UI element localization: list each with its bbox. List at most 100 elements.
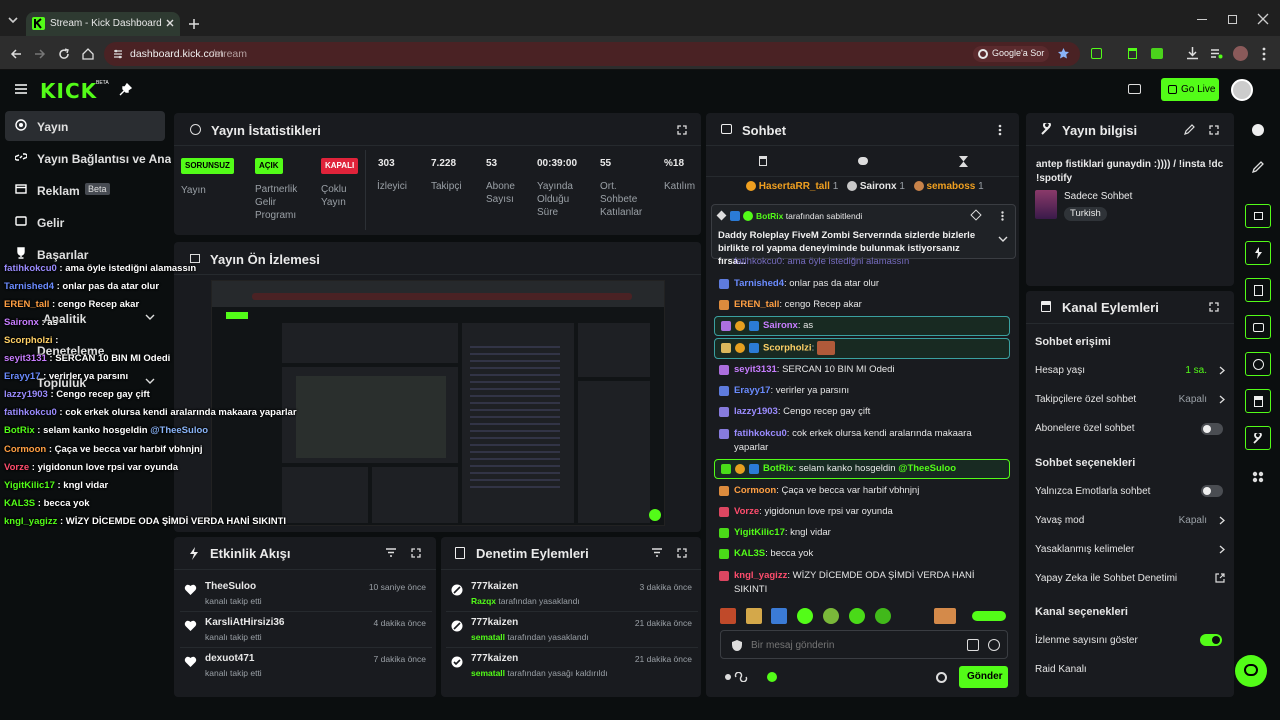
chat-username[interactable]: lazzy1903 [734,406,778,417]
expand-icon[interactable] [677,125,687,135]
info-circle-icon[interactable] [1252,124,1264,136]
chat-username[interactable]: kngl_yagizz [734,570,787,581]
hamburger-menu-icon[interactable] [15,84,27,94]
profile-avatar-icon[interactable] [1233,46,1248,61]
activity-user[interactable]: KarsliAtHirsizi36 [205,617,284,628]
pin-tool-icon[interactable] [119,83,132,96]
new-tab-icon[interactable] [188,18,200,30]
chat-username[interactable]: YigitKilic17 [734,527,785,538]
close-window-icon[interactable] [1257,13,1269,25]
emote-icon[interactable] [797,608,813,624]
chat-bubble-icon[interactable] [858,157,868,165]
expand-icon[interactable] [1209,125,1219,135]
emoji-icon[interactable] [988,639,1000,651]
forward-icon[interactable] [33,47,47,61]
chat-username[interactable]: seyit3131 [734,364,777,375]
trash-ext-icon[interactable] [1128,48,1137,59]
chat-message[interactable]: KAL3S: becca yok [714,547,1010,561]
chat-username[interactable]: KAL3S [734,548,765,559]
chat-username[interactable]: Erayy17 [734,385,770,396]
mod-actor-name[interactable]: sematall [471,632,505,642]
chat-username[interactable]: Scorpholzi [763,343,812,354]
bookmark-star-icon[interactable] [1057,47,1070,60]
site-info-icon[interactable] [112,48,124,60]
gifter-name[interactable]: semaboss [926,181,975,192]
unpin-icon[interactable] [970,209,982,221]
rail-stats-button[interactable] [1245,204,1271,228]
translate-ext-icon[interactable] [1151,48,1163,59]
support-chat-button[interactable] [1235,655,1267,687]
emote-icon[interactable] [849,608,865,624]
chat-message[interactable]: BotRix: selam kanko hosgeldin @TheeSuloo [714,459,1010,479]
edit-rail-icon[interactable] [1252,161,1264,173]
subscribers-only-toggle[interactable] [1201,423,1223,435]
mod-actor-name[interactable]: Razqx [471,596,496,606]
extension-puzzle-icon[interactable] [1091,48,1102,59]
chat-username[interactable]: EREN_tall [734,299,779,310]
chat-username[interactable]: Tarnished4 [734,278,784,289]
more-options-icon[interactable] [998,124,1002,136]
add-widget-icon[interactable] [1252,471,1264,483]
filter-icon[interactable] [386,548,396,557]
chat-message[interactable]: seyit3131: SERCAN 10 BIN MI Odedi [714,363,1010,377]
emote-icon[interactable] [875,608,891,624]
sidebar-item-gelir[interactable]: Gelir [5,207,165,237]
chat-username[interactable]: Cormoon [734,485,776,496]
back-icon[interactable] [9,47,23,61]
kick-mini-icon[interactable] [767,672,777,682]
minimize-icon[interactable] [1197,19,1207,20]
chat-message[interactable]: EREN_tall: cengo Recep akar [714,298,1010,312]
reload-icon[interactable] [57,47,71,61]
language-tag[interactable]: Turkish [1064,207,1107,221]
setting-banned-words[interactable]: Yasaklanmış kelimeler [1035,544,1225,555]
mod-target-user[interactable]: 777kaizen [471,581,518,592]
emote-icon[interactable] [972,611,1006,621]
chat-mention[interactable]: @TheeSuloo [898,463,956,474]
pinned-options-icon[interactable] [1001,211,1004,221]
chat-message-input[interactable] [751,637,951,653]
browser-tab-active[interactable]: Stream - Kick Dashboard [26,12,180,36]
home-icon[interactable] [81,47,95,61]
chat-message[interactable]: Saironx: as [714,316,1010,336]
sidebar-item-yayin[interactable]: Yayın [5,111,165,141]
chat-message[interactable]: Vorze: yigidonun love rpsi var oyunda [714,505,1010,519]
emote-icon[interactable] [720,608,736,624]
setting-account-age[interactable]: Hesap yaşı 1 sa. [1035,365,1225,376]
emote-icon[interactable] [823,608,839,624]
kick-logo[interactable]: KICK BETA [40,79,109,103]
emote-icon[interactable] [934,608,956,624]
expand-icon[interactable] [411,548,421,558]
chat-settings-icon[interactable] [936,672,947,683]
chat-username[interactable]: Vorze [734,506,759,517]
chat-message[interactable]: lazzy1903: Cengo recep gay çift [714,405,1010,419]
chat-actions-icon[interactable] [724,672,748,682]
media-control-icon[interactable] [1210,47,1223,60]
activity-user[interactable]: dexuot471 [205,653,254,664]
gifter-name[interactable]: HasertaRR_tall [759,181,830,192]
setting-ai-moderation[interactable]: Yapay Zeka ile Sohbet Denetimi [1035,573,1225,584]
chat-username[interactable]: fatihkokcu0 [734,428,787,439]
user-avatar[interactable] [1231,79,1253,101]
mod-target-user[interactable]: 777kaizen [471,617,518,628]
rail-activity-button[interactable] [1245,241,1271,265]
browser-menu-icon[interactable] [1262,47,1266,61]
chevron-down-icon[interactable] [998,236,1008,242]
setting-raid-channel[interactable]: Raid Kanalı [1035,664,1225,675]
rail-chat-button[interactable] [1245,315,1271,339]
sidebar-item-stream-key[interactable]: Yayın Bağlantısı ve Anahtarı [5,143,171,173]
sidebar-item-reklam[interactable]: Reklam Beta [5,175,165,205]
google-ask-button[interactable]: Google'a Sor [973,46,1049,62]
camera-icon[interactable] [1128,84,1141,94]
emote-icon[interactable] [746,608,762,624]
chat-message[interactable]: Cormoon: Çaça ve becca var harbif vbhnjn… [714,484,1010,498]
mod-target-user[interactable]: 777kaizen [471,653,518,664]
chat-username[interactable]: Saironx [763,320,798,331]
restore-icon[interactable] [1228,15,1237,24]
chat-message[interactable]: kngl_yagizz: WİZY DİCEMDE ODA ŞİMDİ VERD… [714,569,1004,597]
hourglass-icon[interactable] [959,156,968,167]
rail-info-button[interactable] [1245,426,1271,450]
chat-message[interactable]: Tarnished4: onlar pas da atar olur [714,277,1010,291]
chat-username[interactable]: BotRix [763,463,794,474]
pinned-message[interactable]: BotRix tarafından sabitlendi Daddy Rolep… [711,204,1016,267]
setting-slow-mode[interactable]: Yavaş mod Kapalı [1035,515,1225,526]
